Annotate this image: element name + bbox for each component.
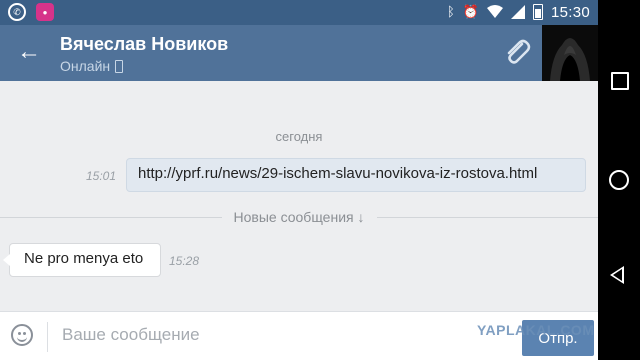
home-icon[interactable] xyxy=(609,170,629,190)
recent-apps-icon[interactable] xyxy=(611,72,629,90)
battery-icon xyxy=(532,4,543,20)
android-navigation-bar xyxy=(598,0,640,360)
outgoing-message-bubble[interactable]: http://yprf.ru/news/29-ischem-slavu-novi… xyxy=(126,158,586,192)
message-time: 15:01 xyxy=(86,169,117,183)
game-app-icon: ● xyxy=(36,3,54,21)
incoming-message-bubble[interactable]: Ne pro menya eto xyxy=(3,243,161,277)
mobile-phone-icon xyxy=(115,59,124,73)
date-separator: сегодня xyxy=(275,129,323,144)
contact-avatar[interactable] xyxy=(542,25,598,81)
chat-header: ← Вячеслав Новиков Онлайн xyxy=(0,25,598,81)
status-time: 15:30 xyxy=(550,3,590,21)
message-time: 15:28 xyxy=(169,254,200,268)
signal-icon xyxy=(510,5,525,19)
contact-status: Онлайн xyxy=(60,58,124,74)
paperclip-icon[interactable] xyxy=(500,35,534,69)
status-bar: ✆ ● ᛒ ⏰ 15:30 xyxy=(0,0,598,25)
contact-name[interactable]: Вячеслав Новиков xyxy=(60,34,228,55)
online-status-label: Онлайн xyxy=(60,58,111,74)
wifi-icon xyxy=(486,5,503,18)
bluetooth-icon: ᛒ xyxy=(446,4,455,19)
alarm-icon: ⏰ xyxy=(462,4,479,19)
watermark-logo: YAPLAKAL.COM xyxy=(477,322,595,338)
emoji-icon[interactable] xyxy=(11,324,33,346)
message-input[interactable] xyxy=(62,325,502,345)
nav-back-icon[interactable] xyxy=(610,266,624,284)
whatsapp-icon: ✆ xyxy=(8,3,26,21)
new-messages-label: Новые сообщения xyxy=(233,209,354,225)
arrow-down-icon: ↓ xyxy=(357,209,365,225)
screen: ✆ ● ᛒ ⏰ 15:30 ← Вячеслав Новиков Онлайн xyxy=(0,0,598,360)
new-messages-indicator: Новые сообщения ↓ xyxy=(0,209,598,225)
composer-divider xyxy=(47,322,48,352)
back-arrow-icon[interactable]: ← xyxy=(16,39,42,65)
